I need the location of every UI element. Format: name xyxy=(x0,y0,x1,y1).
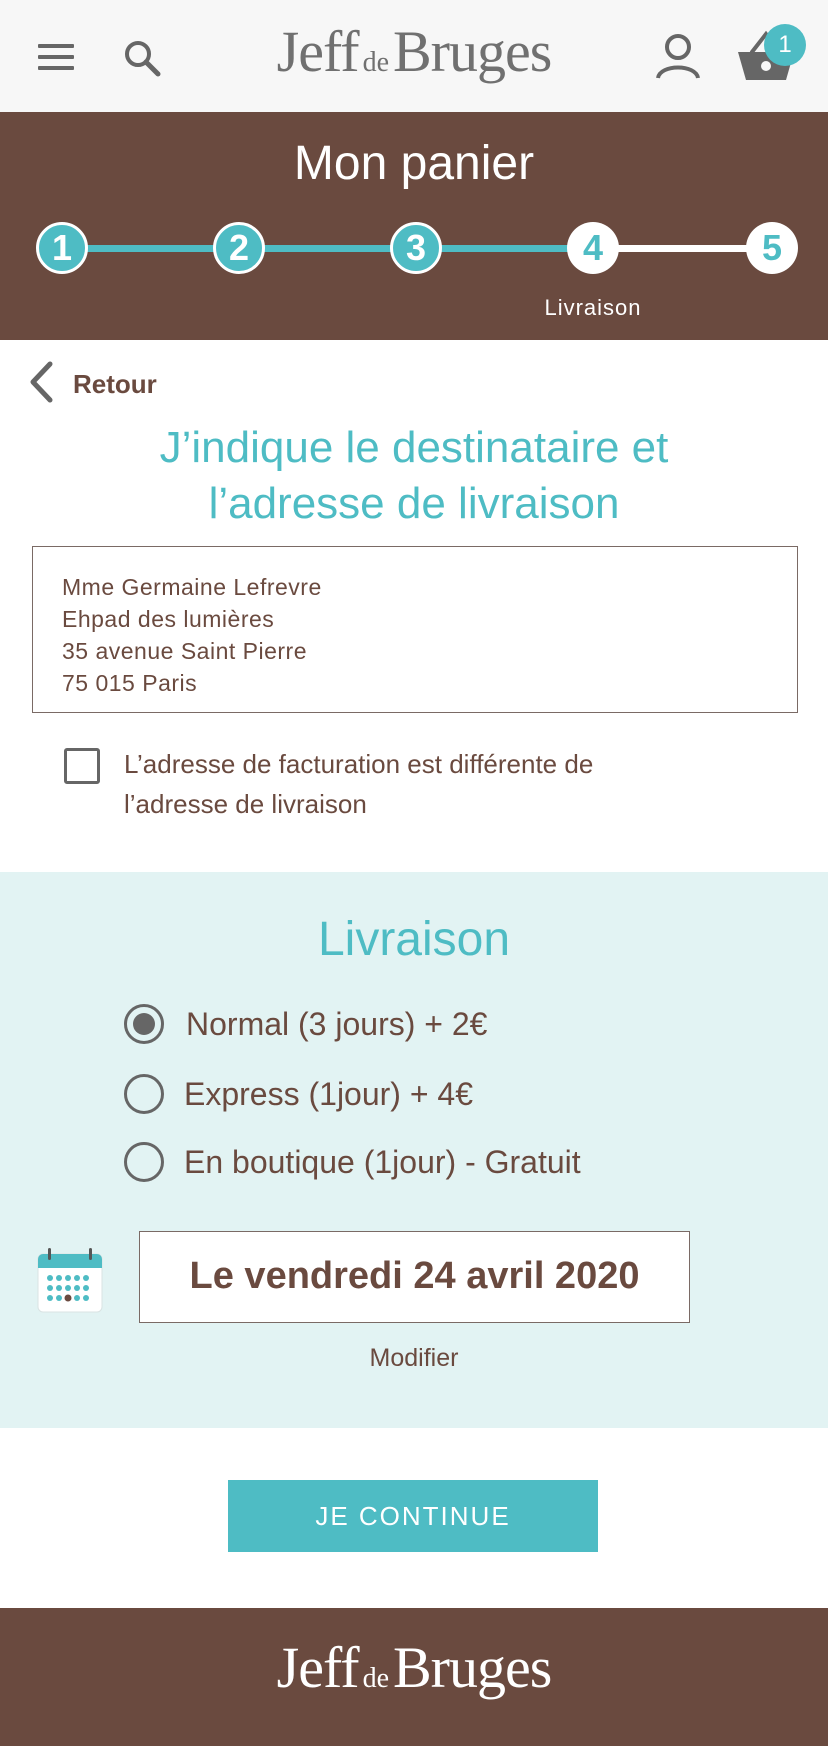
step-2[interactable]: 2 xyxy=(213,222,265,274)
back-label: Retour xyxy=(73,369,157,399)
step-3[interactable]: 3 xyxy=(390,222,442,274)
delivery-option-label: Normal (3 jours) + 2€ xyxy=(186,1006,488,1042)
delivery-panel: Livraison Normal (3 jours) + 2€ Express … xyxy=(0,872,828,1428)
billing-address-label: L’adresse de facturation est différente … xyxy=(124,749,594,819)
delivery-option-label: En boutique (1jour) - Gratuit xyxy=(184,1144,581,1180)
delivery-option-label: Express (1jour) + 4€ xyxy=(184,1076,474,1112)
billing-address-checkbox[interactable] xyxy=(64,748,100,784)
delivery-date-field[interactable]: Le vendredi 24 avril 2020 xyxy=(139,1231,690,1323)
step-tracker: 1 2 3 4 5 Livraison xyxy=(0,112,828,340)
address-field[interactable]: Mme Germaine Lefrevre Ehpad des lumières… xyxy=(32,546,798,713)
recipient-title: J’indique le destinataire et l’adresse d… xyxy=(159,423,669,528)
cart-progress: Mon panier 1 2 3 4 5 Livraison xyxy=(0,112,828,340)
address-line: Ehpad des lumières xyxy=(62,606,275,632)
delivery-title: Livraison xyxy=(317,913,511,966)
step-1[interactable]: 1 xyxy=(36,222,88,274)
radio-button[interactable] xyxy=(124,1004,164,1044)
current-step-label: Livraison xyxy=(544,295,642,320)
footer-logo[interactable]: Jeff deBruges xyxy=(0,1634,828,1701)
step-4[interactable]: 4 xyxy=(567,222,619,274)
modify-date-link[interactable]: Modifier xyxy=(0,1344,828,1373)
continue-button[interactable]: JE CONTINUE xyxy=(228,1480,598,1552)
footer: Jeff deBruges xyxy=(0,1608,828,1746)
radio-button[interactable] xyxy=(124,1142,164,1182)
user-icon[interactable] xyxy=(654,32,702,80)
cart-count-badge: 1 xyxy=(764,24,806,66)
address-line: 75 015 Paris xyxy=(62,670,198,696)
address-line: Mme Germaine Lefrevre xyxy=(62,574,322,600)
brand-logo[interactable]: Jeff deBruges xyxy=(0,18,828,85)
radio-button[interactable] xyxy=(124,1074,164,1114)
chevron-left-icon xyxy=(30,361,53,403)
top-header: Jeff deBruges 1 xyxy=(0,0,828,112)
calendar-icon[interactable] xyxy=(36,1248,104,1316)
address-line: 35 avenue Saint Pierre xyxy=(62,638,307,664)
step-5[interactable]: 5 xyxy=(746,222,798,274)
